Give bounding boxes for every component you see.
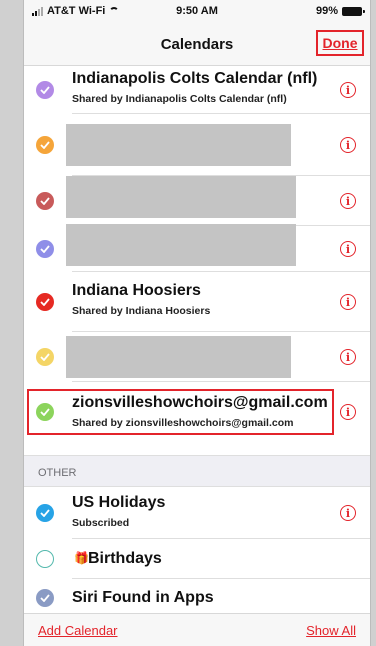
calendar-subtitle: Subscribed: [72, 517, 130, 529]
checkmark-icon[interactable]: [36, 293, 54, 311]
calendar-title: Indiana Hoosiers: [72, 282, 201, 299]
gift-icon: 🎁: [74, 551, 89, 565]
checkmark-icon[interactable]: [36, 240, 54, 258]
redacted-block: [66, 336, 291, 378]
checkmark-icon[interactable]: [36, 403, 54, 421]
info-icon[interactable]: i: [340, 137, 356, 153]
calendar-subtitle: Shared by zionsvilleshowchoirs@gmail.com: [72, 417, 294, 429]
calendar-row-birthdays[interactable]: 🎁 Birthdays: [24, 539, 370, 579]
calendar-title: US Holidays: [72, 494, 166, 511]
checkmark-icon[interactable]: [36, 589, 54, 607]
calendar-row-colts[interactable]: Indianapolis Colts Calendar (nfl) Shared…: [24, 66, 370, 114]
info-icon[interactable]: i: [340, 294, 356, 310]
calendar-row-hoosiers[interactable]: Indiana Hoosiers Shared by Indiana Hoosi…: [24, 272, 370, 332]
add-calendar-button[interactable]: Add Calendar: [38, 623, 118, 638]
nav-bar: Calendars Done: [24, 22, 370, 66]
info-icon[interactable]: i: [340, 349, 356, 365]
status-bar: AT&T Wi-Fi 9:50 AM 99%: [24, 0, 370, 22]
battery-icon: [342, 6, 365, 16]
section-header-label: OTHER: [38, 467, 77, 479]
calendar-row-siri[interactable]: Siri Found in Apps: [24, 579, 370, 613]
checkmark-icon[interactable]: [36, 504, 54, 522]
calendar-title: Indianapolis Colts Calendar (nfl): [72, 70, 318, 87]
calendar-title: Siri Found in Apps: [72, 589, 214, 606]
calendar-subtitle: Shared by Indiana Hoosiers: [72, 305, 211, 317]
done-button[interactable]: Done: [316, 30, 364, 56]
checkmark-icon[interactable]: [36, 81, 54, 99]
unchecked-circle-icon[interactable]: [36, 550, 54, 568]
show-all-button[interactable]: Show All: [306, 623, 356, 638]
info-icon[interactable]: i: [340, 241, 356, 257]
calendar-row-zionsville[interactable]: zionsvilleshowchoirs@gmail.com Shared by…: [24, 382, 370, 442]
calendar-row-redacted[interactable]: i: [24, 224, 370, 272]
redacted-block: [66, 176, 296, 218]
background-frame: AT&T Wi-Fi 9:50 AM 99% Calendars Done In…: [0, 0, 376, 646]
calendar-row-redacted[interactable]: i: [24, 176, 370, 226]
checkmark-icon[interactable]: [36, 348, 54, 366]
info-icon[interactable]: i: [340, 505, 356, 521]
checkmark-icon[interactable]: [36, 136, 54, 154]
calendar-title: Birthdays: [88, 550, 162, 567]
phone-screen: AT&T Wi-Fi 9:50 AM 99% Calendars Done In…: [24, 0, 370, 646]
calendar-row-redacted[interactable]: i: [24, 332, 370, 382]
info-icon[interactable]: i: [340, 404, 356, 420]
checkmark-icon[interactable]: [36, 192, 54, 210]
calendar-row-redacted[interactable]: i: [24, 114, 370, 176]
info-icon[interactable]: i: [340, 193, 356, 209]
calendar-subtitle: Shared by Indianapolis Colts Calendar (n…: [72, 93, 287, 105]
redacted-block: [66, 224, 296, 266]
calendar-row-us-holidays[interactable]: US Holidays Subscribed i: [24, 487, 370, 539]
section-header-other: OTHER: [24, 455, 370, 487]
battery-percent: 99%: [315, 5, 338, 17]
status-right: 99%: [315, 5, 365, 17]
calendar-title: zionsvilleshowchoirs@gmail.com: [72, 394, 328, 411]
info-icon[interactable]: i: [340, 82, 356, 98]
redacted-block: [66, 124, 291, 166]
bottom-toolbar: Add Calendar Show All: [24, 613, 370, 646]
